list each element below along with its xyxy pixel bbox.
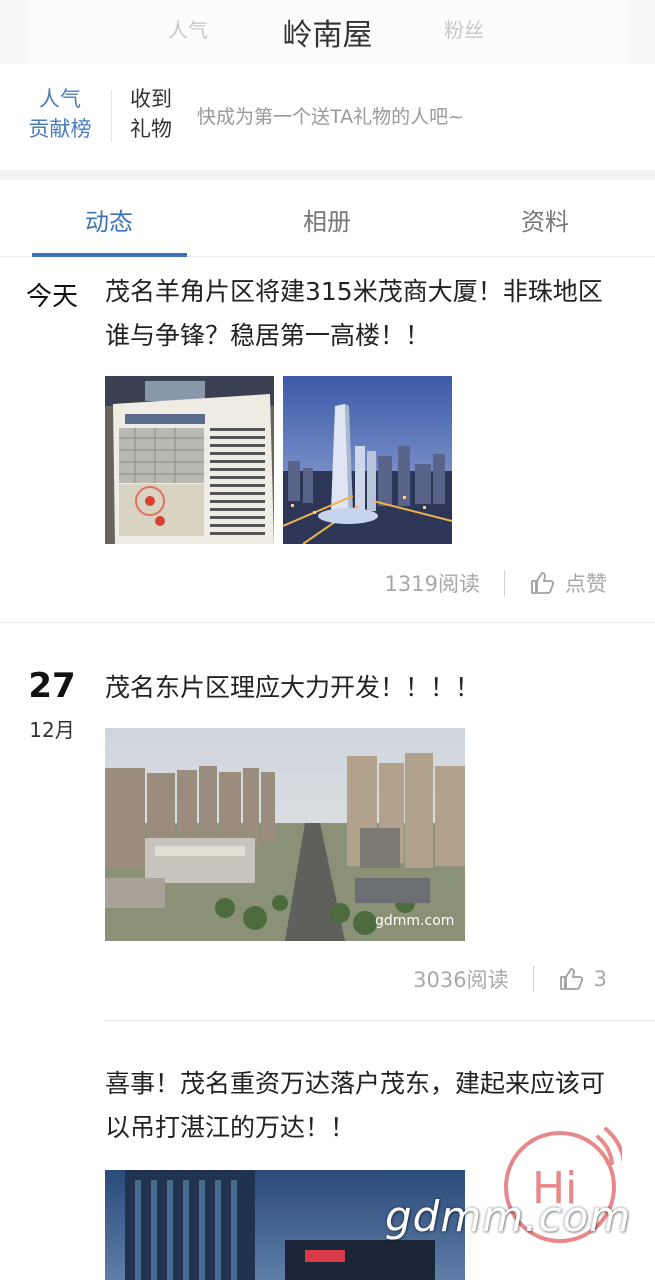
top-bar: 人气 粉丝 岭南屋 bbox=[0, 0, 655, 64]
received-line2: 礼物 bbox=[130, 117, 172, 141]
post-title[interactable]: 茂名东片区理应大力开发！！！！ bbox=[105, 666, 620, 710]
rank-line1: 人气 bbox=[39, 87, 81, 111]
received-gifts-label: 收到 礼物 bbox=[130, 84, 172, 144]
tab-profile[interactable]: 资料 bbox=[485, 202, 605, 237]
read-count: 3036阅读 bbox=[413, 968, 509, 992]
stats-separator bbox=[504, 570, 505, 596]
active-tab-indicator bbox=[32, 253, 187, 257]
rank-line2: 贡献榜 bbox=[28, 117, 92, 141]
tab-album[interactable]: 相册 bbox=[267, 202, 387, 237]
image-watermark: gdmm.com bbox=[375, 913, 454, 929]
post-stats: 1319阅读 点赞 bbox=[385, 568, 607, 598]
read-count: 1319阅读 bbox=[384, 572, 480, 596]
post-image-skyscraper-night[interactable] bbox=[283, 376, 452, 544]
gift-bar: 人气 贡献榜 收到 礼物 快成为第一个送TA礼物的人吧~ bbox=[0, 64, 655, 170]
received-line1: 收到 bbox=[130, 87, 172, 111]
post-date-month: 12月 bbox=[29, 718, 75, 742]
tab-bar: 动态 相册 资料 bbox=[0, 180, 655, 257]
tab-feed[interactable]: 动态 bbox=[49, 202, 169, 237]
post-divider bbox=[105, 1020, 655, 1021]
post-image-city-aerial[interactable]: gdmm.com bbox=[105, 728, 465, 941]
like-count[interactable]: 3 bbox=[594, 967, 607, 991]
like-label[interactable]: 点赞 bbox=[565, 568, 607, 598]
thumbs-up-icon[interactable] bbox=[529, 570, 555, 596]
contribution-rank-button[interactable]: 人气 贡献榜 bbox=[22, 84, 98, 144]
page-title: 岭南屋 bbox=[282, 18, 373, 53]
post-image-map-document[interactable] bbox=[105, 376, 274, 544]
section-gap bbox=[0, 170, 655, 180]
post-title[interactable]: 茂名羊角片区将建315米茂商大厦！非珠地区谁与争锋？稳居第一高楼！！ bbox=[105, 270, 620, 358]
gift-hint[interactable]: 快成为第一个送TA礼物的人吧~ bbox=[197, 102, 464, 129]
post-stats: 3036阅读 3 bbox=[413, 964, 607, 994]
post-divider bbox=[0, 622, 655, 623]
post-date-day: 27 bbox=[28, 666, 76, 706]
thumbs-up-icon[interactable] bbox=[558, 966, 584, 992]
stats-separator bbox=[532, 966, 534, 992]
site-watermark: gdmm.com bbox=[385, 1192, 632, 1241]
divider bbox=[111, 90, 112, 142]
post-date-today: 今天 bbox=[25, 282, 78, 312]
